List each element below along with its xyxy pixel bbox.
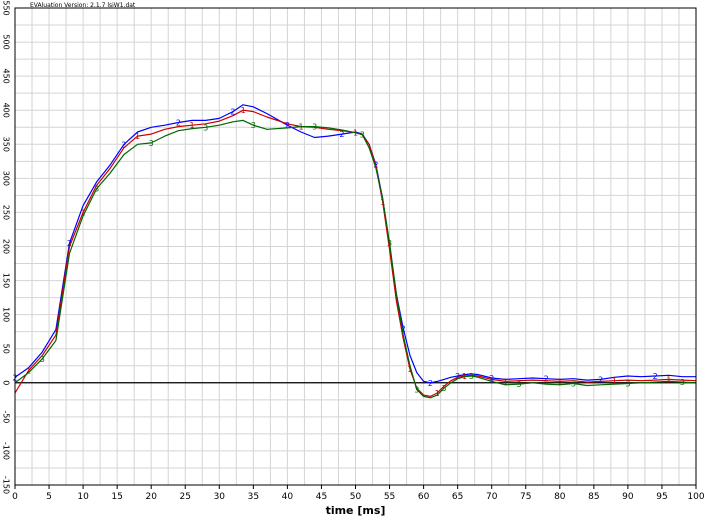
x-tick-label: 90: [622, 492, 634, 502]
x-tick-label: 70: [486, 492, 498, 502]
series-point-3: 3: [40, 355, 45, 364]
series-point-3: 3: [387, 239, 392, 248]
y-tick-label: 550: [2, 0, 11, 15]
line-chart: EVAluation Version: 2.1.7 lsiW1.dat -150…: [2, 0, 705, 517]
series-point-3: 3: [360, 131, 365, 140]
y-tick-label: -50: [2, 410, 11, 423]
series-point-2: 1: [135, 132, 140, 141]
x-tick-label: 45: [316, 492, 327, 502]
series-point-3: 3: [516, 380, 521, 389]
y-tick-label: 500: [2, 34, 11, 49]
x-tick-label: 35: [248, 492, 259, 502]
grid: [14, 7, 697, 486]
y-tick-label: 0: [2, 380, 11, 385]
x-tick-label: 20: [145, 492, 157, 502]
x-tick-label: 80: [554, 492, 566, 502]
series-point-3: 3: [680, 378, 685, 387]
series-point-1: 2: [285, 121, 290, 130]
series-point-3: 3: [625, 379, 630, 388]
x-tick-label: 25: [180, 492, 191, 502]
x-tick-label: 95: [656, 492, 667, 502]
series-point-2: 1: [666, 375, 671, 384]
y-tick-label: -150: [2, 476, 11, 494]
x-tick-label: 60: [418, 492, 430, 502]
x-tick-label: 100: [687, 492, 704, 502]
x-tick-label: 30: [214, 492, 226, 502]
y-tick-label: 350: [2, 137, 11, 152]
series-point-3: 3: [571, 379, 576, 388]
y-tick-label: 50: [2, 344, 11, 354]
y-tick-label: -100: [2, 442, 11, 460]
x-axis-label: time [ms]: [326, 504, 386, 517]
series-point-3: 3: [414, 386, 419, 395]
y-tick-label: 200: [2, 239, 11, 254]
y-axis-ticks: -150 -100 -50 0 50 100 150 200 250 300 350 400 450 50…: [2, 0, 11, 494]
series-point-3: 3: [94, 185, 99, 194]
series-point-1: 2: [428, 379, 433, 388]
series-point-3: 3: [149, 139, 154, 148]
x-tick-label: 65: [452, 492, 463, 502]
x-tick-label: 50: [350, 492, 362, 502]
y-tick-label: 150: [2, 273, 11, 288]
series-point-3: 3: [251, 121, 256, 130]
x-tick-label: 55: [384, 492, 395, 502]
series-point-3: 3: [441, 384, 446, 393]
series-point-1: 2: [598, 375, 603, 384]
series-point-1: 2: [544, 375, 549, 384]
x-tick-label: 5: [46, 492, 52, 502]
series-point-2: 1: [241, 106, 246, 115]
y-tick-label: 400: [2, 103, 11, 118]
x-tick-label: 85: [588, 492, 599, 502]
series-point-3: 3: [469, 372, 474, 381]
x-tick-label: 40: [282, 492, 294, 502]
x-axis-ticks: 0 5 10 15 20 25 30 35 40 45 50 55 60 65 70 75 80 85 90 95 10…: [12, 485, 705, 502]
y-tick-label: 450: [2, 69, 11, 84]
y-tick-label: 100: [2, 307, 11, 322]
y-tick-label: 250: [2, 205, 11, 220]
series-point-3: 3: [312, 123, 317, 132]
x-tick-label: 15: [111, 492, 122, 502]
x-tick-label: 0: [12, 492, 18, 502]
series-point-3: 3: [203, 123, 208, 132]
x-tick-label: 10: [77, 492, 89, 502]
y-tick-label: 300: [2, 171, 11, 186]
x-tick-label: 75: [520, 492, 531, 502]
